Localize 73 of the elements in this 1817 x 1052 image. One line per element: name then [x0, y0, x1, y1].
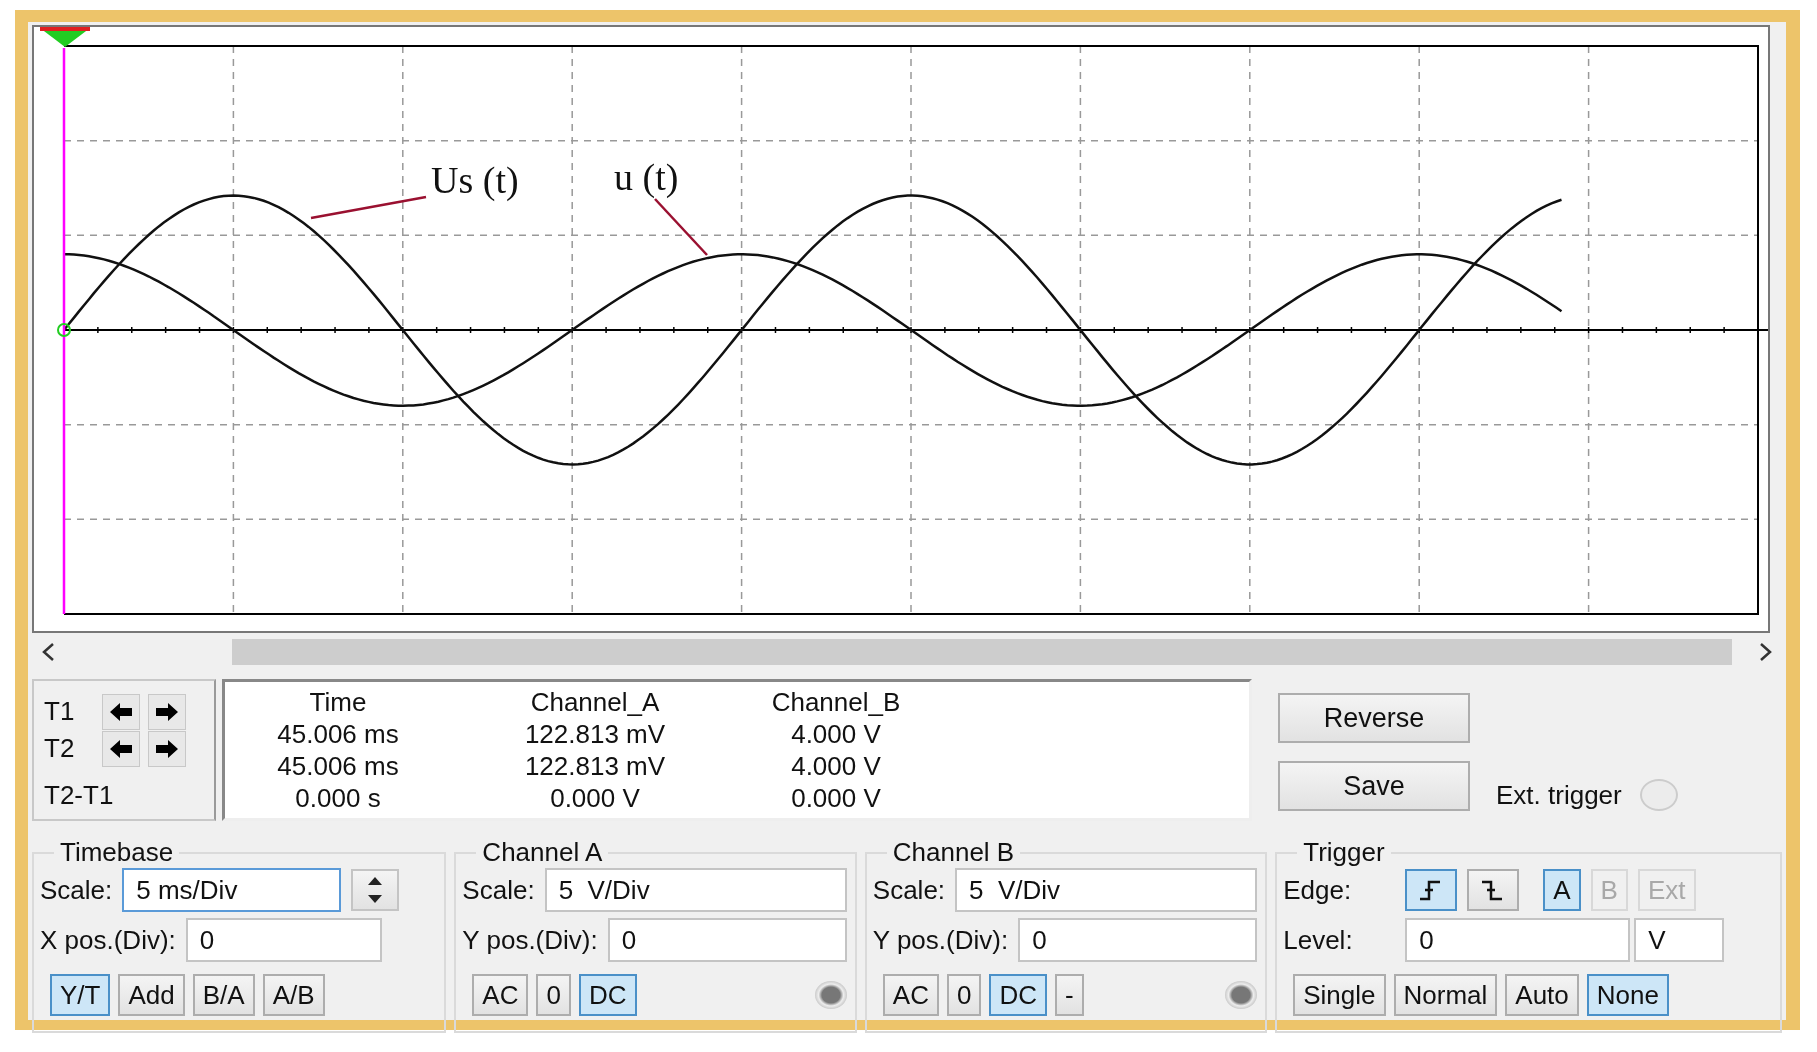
- arrow-left-icon: [109, 701, 133, 722]
- position-field[interactable]: 0: [607, 918, 847, 962]
- readout-value: 122.813 mV: [523, 718, 667, 750]
- scale-field[interactable]: 5 V/Div: [955, 868, 1258, 912]
- source-button[interactable]: A: [1543, 869, 1581, 911]
- leader-line: [654, 198, 708, 256]
- scale-field[interactable]: 5 ms/Div: [122, 868, 342, 912]
- arrow-left-icon: [109, 738, 133, 759]
- move-right-button[interactable]: [148, 730, 186, 767]
- field-label: Scale:: [40, 874, 113, 906]
- group-title: Trigger: [1302, 837, 1386, 868]
- trigger-mode-button[interactable]: Normal: [1393, 974, 1498, 1016]
- indicator-light-icon: [1225, 981, 1258, 1009]
- arrow-right-icon: [155, 701, 179, 722]
- field-label: Y pos.(Div):: [872, 924, 1009, 956]
- coupling-button[interactable]: -: [1054, 974, 1084, 1016]
- field-label: Scale:: [462, 874, 535, 906]
- readout-value: 4.000 V: [790, 718, 882, 750]
- move-right-button[interactable]: [148, 693, 186, 730]
- move-left-button[interactable]: [102, 730, 140, 767]
- unit-field[interactable]: V: [1634, 918, 1725, 962]
- edge-button[interactable]: [1467, 869, 1520, 911]
- position-field[interactable]: 0: [185, 918, 382, 962]
- trace-label: Us (t): [431, 159, 519, 201]
- readout-value: 45.006 ms: [276, 718, 400, 750]
- action-button[interactable]: Reverse: [1278, 693, 1470, 743]
- action-button[interactable]: Save: [1278, 761, 1470, 811]
- trigger-mode-button[interactable]: Single: [1293, 974, 1386, 1016]
- trigger-mode-button[interactable]: Auto: [1505, 974, 1579, 1016]
- coupling-button[interactable]: AC: [472, 974, 529, 1016]
- cursor-label: T1: [44, 696, 76, 727]
- field-label: X pos.(Div):: [40, 924, 176, 956]
- readout-value: 0.000 s: [294, 782, 382, 814]
- coupling-button[interactable]: DC: [989, 974, 1047, 1016]
- coupling-button[interactable]: DC: [578, 974, 637, 1016]
- move-left-button[interactable]: [102, 693, 140, 730]
- edge-button[interactable]: [1405, 869, 1458, 911]
- cursor-marker-icon[interactable]: [40, 27, 90, 47]
- coupling-button[interactable]: 0: [536, 974, 571, 1016]
- column-header: Channel_B: [770, 686, 902, 718]
- field-label: Level:: [1283, 924, 1354, 956]
- spinner[interactable]: [351, 869, 400, 911]
- cursor-label: T2-T1: [44, 780, 114, 811]
- field-label: Y pos.(Div):: [462, 924, 598, 956]
- mode-button[interactable]: Y/T: [50, 974, 111, 1016]
- mode-button[interactable]: A/B: [262, 974, 325, 1016]
- group-title: Channel B: [891, 837, 1016, 868]
- ext-trigger-label: Ext. trigger: [1496, 779, 1622, 811]
- readout-value: 0.000 V: [790, 782, 882, 814]
- trigger-point-icon: [57, 323, 71, 337]
- column-header: Channel_A: [529, 686, 661, 718]
- group-title: Timebase: [59, 837, 175, 868]
- scale-field[interactable]: 5 V/Div: [544, 868, 847, 912]
- coupling-button[interactable]: AC: [882, 974, 939, 1016]
- field-label: Edge:: [1283, 874, 1353, 906]
- column-header: Time: [308, 686, 368, 718]
- trace-label: u (t): [614, 156, 679, 198]
- position-field[interactable]: 0: [1018, 918, 1258, 962]
- readout-value: 45.006 ms: [276, 750, 400, 782]
- group-title: Channel A: [481, 837, 604, 868]
- mode-button[interactable]: B/A: [192, 974, 255, 1016]
- trigger-mode-button[interactable]: None: [1586, 974, 1669, 1016]
- arrow-right-icon: [155, 738, 179, 759]
- readout-value: 4.000 V: [790, 750, 882, 782]
- cursor-label: T2: [44, 733, 76, 764]
- indicator-light-icon: [814, 981, 847, 1009]
- coupling-button[interactable]: 0: [946, 974, 982, 1016]
- readout-value: 122.813 mV: [523, 750, 667, 782]
- field-label: Scale:: [872, 874, 946, 906]
- mode-button[interactable]: Add: [118, 974, 185, 1016]
- readout-value: 0.000 V: [549, 782, 641, 814]
- level-field[interactable]: 0: [1405, 918, 1631, 962]
- scrollbar-thumb[interactable]: [232, 639, 1732, 665]
